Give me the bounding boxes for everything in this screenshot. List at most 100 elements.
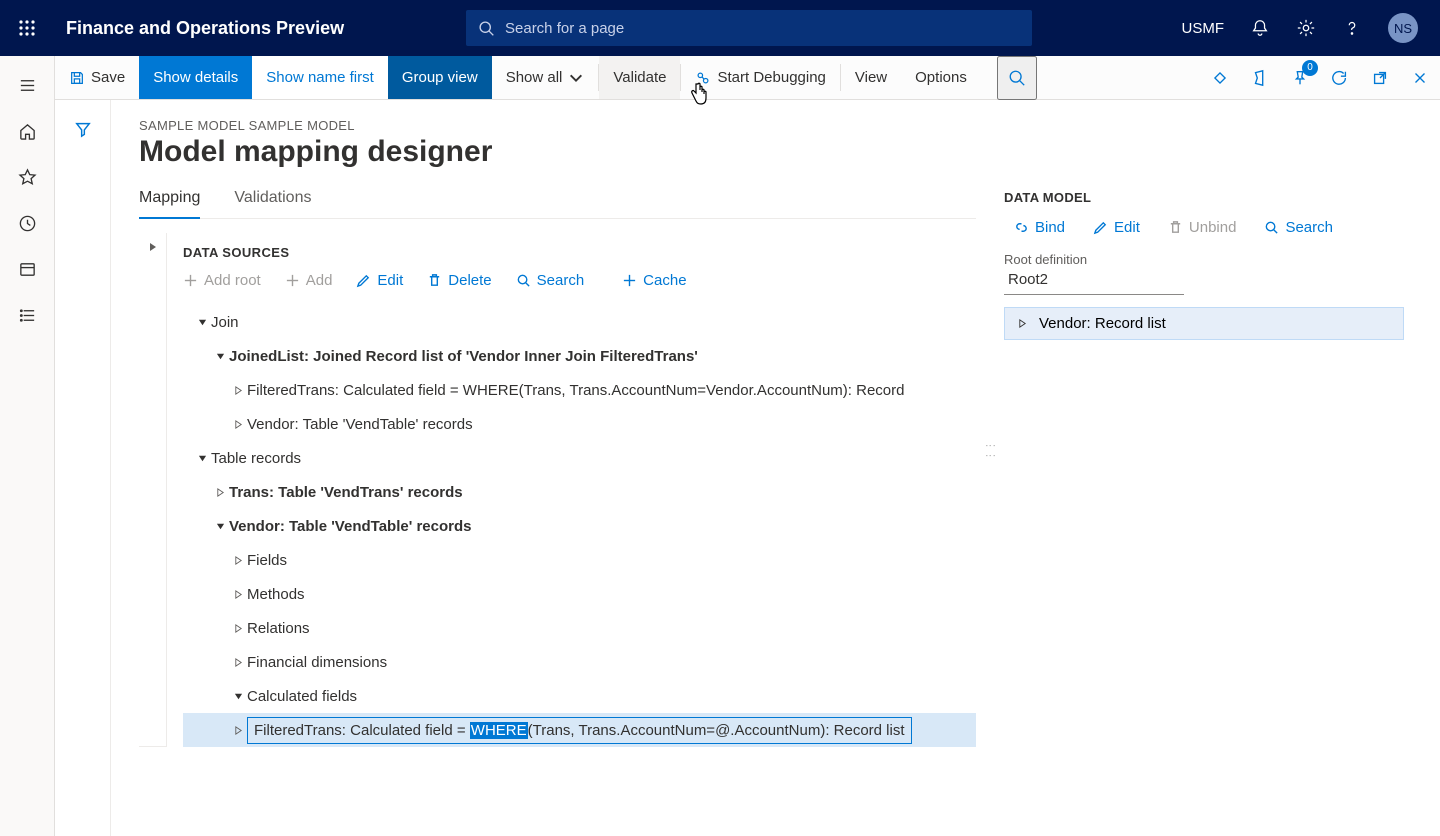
plus-icon (622, 273, 637, 288)
link-icon (1014, 220, 1029, 235)
tree-node-trans[interactable]: Trans: Table 'VendTrans' records (183, 475, 976, 509)
plus-icon (183, 273, 198, 288)
home-icon (18, 122, 37, 141)
command-bar: Save Show details Show name first Group … (55, 56, 1440, 100)
caret-right-icon (148, 242, 158, 252)
splitter-handle[interactable]: ⋮⋮ (984, 440, 997, 460)
delete-button[interactable]: Delete (427, 272, 491, 289)
close-button[interactable] (1400, 56, 1440, 100)
edit-binding-button[interactable]: Edit (1093, 219, 1140, 236)
refresh-icon (1331, 69, 1349, 87)
workspace-icon (18, 260, 37, 279)
pencil-icon (356, 273, 371, 288)
trash-icon (427, 273, 442, 288)
debug-icon (695, 70, 711, 86)
tree-node-calc-fields[interactable]: Calculated fields (183, 679, 976, 713)
tab-mapping[interactable]: Mapping (139, 183, 200, 219)
caret-down-icon (198, 318, 207, 327)
trash-icon (1168, 220, 1183, 235)
dm-tree-node-vendor[interactable]: Vendor: Record list (1004, 307, 1404, 340)
app-title: Finance and Operations Preview (66, 18, 344, 39)
tab-validations[interactable]: Validations (234, 183, 311, 218)
tree-node-filteredtrans-1[interactable]: FilteredTrans: Calculated field = WHERE(… (183, 373, 976, 407)
hamburger-button[interactable] (4, 62, 50, 108)
search-button[interactable]: Search (516, 272, 585, 289)
modules-button[interactable] (4, 292, 50, 338)
breadcrumb: SAMPLE MODEL SAMPLE MODEL (139, 118, 976, 133)
tree-node-filteredtrans-selected[interactable]: FilteredTrans: Calculated field = WHERE(… (183, 713, 976, 747)
caret-down-icon (234, 692, 243, 701)
plus-icon (285, 273, 300, 288)
bind-button[interactable]: Bind (1014, 219, 1065, 236)
page-title: Model mapping designer (139, 135, 976, 169)
caret-right-icon (234, 420, 243, 429)
tree-node-join[interactable]: Join (183, 305, 976, 339)
tree-node-relations[interactable]: Relations (183, 611, 976, 645)
app-launcher-icon[interactable] (0, 0, 54, 56)
top-header: Finance and Operations Preview Search fo… (0, 0, 1440, 56)
start-debugging-button[interactable]: Start Debugging (681, 56, 839, 99)
attach-button[interactable] (1200, 56, 1240, 100)
tree-node-vendor-1[interactable]: Vendor: Table 'VendTable' records (183, 407, 976, 441)
bell-icon (1250, 18, 1270, 38)
popout-button[interactable] (1360, 56, 1400, 100)
workspaces-button[interactable] (4, 246, 50, 292)
caret-right-icon (234, 726, 243, 735)
hamburger-icon (18, 76, 37, 95)
office-icon (1251, 69, 1269, 87)
show-name-first-button[interactable]: Show name first (252, 56, 388, 99)
notifications-button[interactable] (1240, 0, 1280, 56)
gear-icon (1296, 18, 1316, 38)
favorites-button[interactable] (4, 154, 50, 200)
help-button[interactable] (1332, 0, 1372, 56)
main-area: SAMPLE MODEL SAMPLE MODEL Model mapping … (55, 100, 1440, 836)
search-icon (1008, 69, 1026, 87)
avatar-initials: NS (1388, 13, 1418, 43)
validate-button[interactable]: Validate (599, 56, 680, 99)
recent-button[interactable] (4, 200, 50, 246)
chevron-down-icon (568, 70, 584, 86)
office-button[interactable] (1240, 56, 1280, 100)
tree-node-fields[interactable]: Fields (183, 543, 976, 577)
tree-node-table-records[interactable]: Table records (183, 441, 976, 475)
tree-node-vendor-bold[interactable]: Vendor: Table 'VendTable' records (183, 509, 976, 543)
search-input[interactable]: Search for a page (466, 10, 1032, 46)
settings-button[interactable] (1286, 0, 1326, 56)
root-definition-input[interactable]: Root2 (1004, 267, 1184, 295)
group-view-button[interactable]: Group view (388, 56, 492, 99)
company-picker[interactable]: USMF (1172, 0, 1235, 56)
star-icon (18, 168, 37, 187)
popout-icon (1371, 69, 1389, 87)
show-details-button[interactable]: Show details (139, 56, 252, 99)
clock-icon (18, 214, 37, 233)
filter-column[interactable] (55, 100, 111, 836)
caret-right-icon (216, 488, 225, 497)
options-menu[interactable]: Options (901, 56, 981, 99)
caret-right-icon (234, 624, 243, 633)
edit-button[interactable]: Edit (356, 272, 403, 289)
command-search-button[interactable] (997, 56, 1037, 100)
list-icon (18, 306, 37, 325)
expand-gutter[interactable] (139, 233, 167, 747)
search-placeholder: Search for a page (505, 20, 624, 37)
home-button[interactable] (4, 108, 50, 154)
user-avatar[interactable]: NS (1378, 0, 1428, 56)
unbind-button[interactable]: Unbind (1168, 219, 1237, 236)
search-icon (478, 20, 495, 37)
filter-icon (74, 120, 92, 138)
dm-search-button[interactable]: Search (1264, 219, 1333, 236)
refresh-button[interactable] (1320, 56, 1360, 100)
add-button[interactable]: Add (285, 272, 333, 289)
tree-node-methods[interactable]: Methods (183, 577, 976, 611)
caret-right-icon (234, 386, 243, 395)
tree-node-joinedlist[interactable]: JoinedList: Joined Record list of 'Vendo… (183, 339, 976, 373)
caret-right-icon (234, 556, 243, 565)
show-all-dropdown[interactable]: Show all (492, 56, 599, 99)
view-menu[interactable]: View (841, 56, 901, 99)
cache-button[interactable]: Cache (622, 272, 686, 289)
pencil-icon (1093, 220, 1108, 235)
save-button[interactable]: Save (55, 56, 139, 99)
tree-node-fin-dim[interactable]: Financial dimensions (183, 645, 976, 679)
attachments-button[interactable]: 0 (1280, 56, 1320, 100)
add-root-button[interactable]: Add root (183, 272, 261, 289)
